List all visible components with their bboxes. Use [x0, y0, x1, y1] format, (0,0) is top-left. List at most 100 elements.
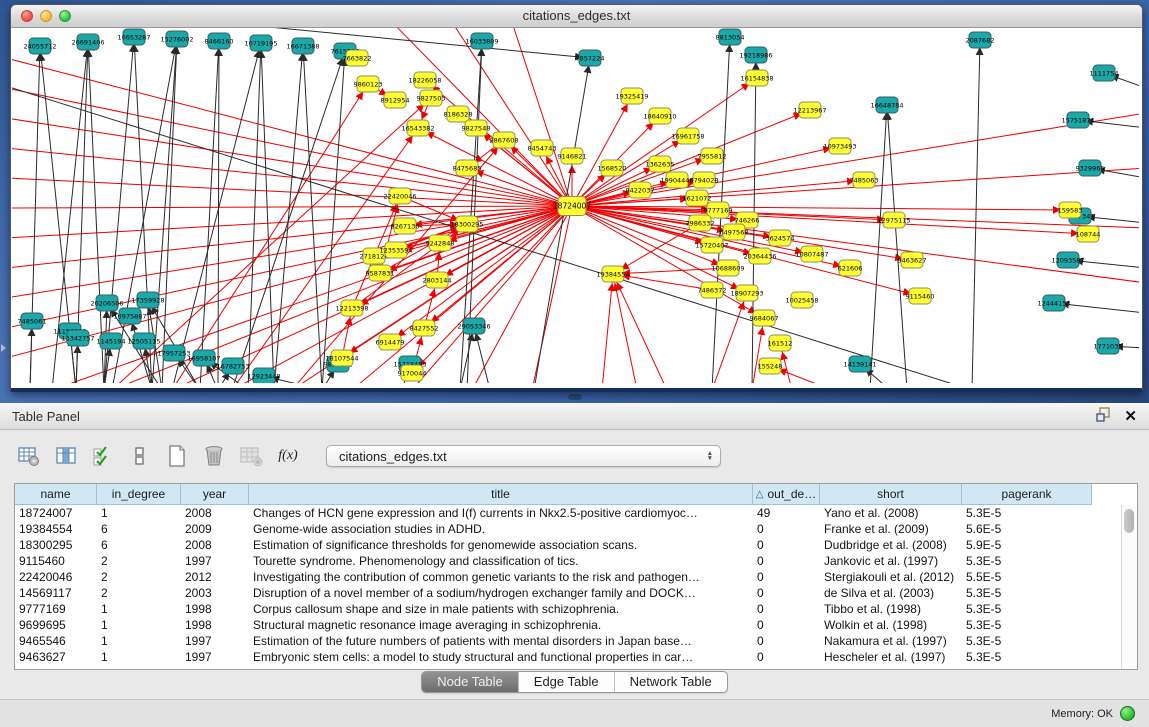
table-row[interactable]: 911546021997Tourette syndrome. Phenomeno…: [15, 553, 1137, 569]
table-cell: 1998: [181, 601, 249, 617]
table-cell: Franke et al. (2009): [820, 521, 962, 537]
column-header-title[interactable]: title: [249, 484, 753, 505]
tab-node-table[interactable]: Node Table: [422, 672, 518, 692]
graph-edge-black[interactable]: [303, 46, 322, 383]
graph-edge-black[interactable]: [972, 40, 980, 383]
graph-node-label: 14139141: [843, 360, 876, 368]
table-scrollbar[interactable]: [1121, 505, 1137, 669]
table-selector-dropdown[interactable]: citations_edges.txt ▲▼: [326, 445, 721, 467]
graph-node-label: 9587831: [366, 269, 395, 277]
column-header-in_degree[interactable]: in_degree: [97, 484, 181, 505]
graph-edge-black[interactable]: [88, 42, 104, 383]
zoom-window-icon[interactable]: [59, 10, 71, 22]
graph-node-label: 19384554: [596, 270, 629, 278]
select-all-icon[interactable]: [90, 443, 116, 469]
graph-node-label: 621606: [838, 264, 863, 272]
graph-edge-red[interactable]: [512, 28, 572, 206]
graph-edge-red[interactable]: [412, 206, 572, 383]
delete-icon[interactable]: [201, 443, 227, 469]
table-scrollbar-thumb[interactable]: [1124, 509, 1134, 533]
column-header-name[interactable]: name: [15, 484, 97, 505]
table-row[interactable]: 969969511998Structural magnetic resonanc…: [15, 617, 1137, 633]
table-cell: 18724007: [15, 505, 97, 521]
graph-edge-red[interactable]: [572, 206, 1088, 234]
table-cell: Genome-wide association studies in ADHD.: [249, 521, 753, 537]
hidden-panel-arrow-icon[interactable]: [1, 344, 6, 352]
graph-edge-red[interactable]: [613, 274, 637, 383]
table-cell: Tibbo et al. (1998): [820, 601, 962, 617]
column-header-year[interactable]: year: [181, 484, 249, 505]
graph-edge-black[interactable]: [887, 105, 907, 383]
tab-edge-table[interactable]: Edge Table: [518, 672, 614, 692]
graph-edge-black[interactable]: [322, 51, 345, 383]
close-window-icon[interactable]: [21, 10, 33, 22]
table-row[interactable]: 977716911998Corpus callosum shape and si…: [15, 601, 1137, 617]
panel-splitter-handle[interactable]: [568, 394, 582, 400]
window-titlebar[interactable]: citations_edges.txt: [11, 5, 1142, 28]
table-cell: Changes of HCN gene expression and I(f) …: [249, 505, 753, 521]
graph-edge-red[interactable]: [172, 206, 572, 383]
table-row[interactable]: 1872400712008Changes of HCN gene express…: [15, 505, 1137, 521]
graph-edge-black[interactable]: [104, 37, 134, 383]
graph-edge-red[interactable]: [613, 223, 700, 274]
table-row[interactable]: 1830029562008Estimation of significance …: [15, 537, 1137, 553]
column-visibility-icon[interactable]: [53, 443, 79, 469]
memory-status-label: Memory: OK: [1051, 708, 1113, 720]
graph-edge-black[interactable]: [274, 46, 303, 383]
graph-node-label: 10973493: [823, 142, 856, 150]
tab-network-table[interactable]: Network Table: [614, 672, 727, 692]
memory-status-icon[interactable]: [1120, 706, 1135, 721]
table-row[interactable]: 1938455462009Genome-wide association stu…: [15, 521, 1137, 537]
table-cell: Tourette syndrome. Phenomenology and cla…: [249, 553, 753, 569]
graph-node-label: 7857224: [576, 54, 605, 62]
table-cell: 2009: [181, 521, 249, 537]
graph-node-label: 12213398: [335, 304, 368, 312]
table-row[interactable]: 946362711997Embryonic stem cells: a mode…: [15, 649, 1137, 665]
graph-edge-black[interactable]: [248, 43, 261, 383]
graph-edge-black[interactable]: [534, 58, 590, 383]
graph-edge-black[interactable]: [30, 321, 32, 383]
graph-node-label: 8267130: [391, 222, 420, 230]
graph-node-label: 12353594: [379, 246, 412, 254]
graph-edge-black[interactable]: [261, 43, 274, 383]
graph-edge-red[interactable]: [602, 274, 613, 383]
network-canvas[interactable]: 1872400724055712206914061065328715276002…: [12, 28, 1139, 383]
minimize-window-icon[interactable]: [40, 10, 52, 22]
graph-node-label: 18300295: [450, 220, 483, 228]
attribute-table: namein_degreeyeartitle△out_de…shortpager…: [14, 483, 1138, 670]
table-cell: 1: [97, 601, 181, 617]
table-cell: 6: [97, 537, 181, 553]
graph-node-label: 9827548: [462, 124, 491, 132]
column-header-pagerank[interactable]: pagerank: [962, 484, 1092, 505]
table-row[interactable]: 1456911722003Disruption of a novel membe…: [15, 585, 1137, 601]
table-cell: 5.3E-5: [962, 617, 1092, 633]
graph-edge-red[interactable]: [572, 78, 757, 206]
graph-edge-black[interactable]: [870, 105, 887, 383]
table-row[interactable]: 2242004622012Investigating the contribut…: [15, 569, 1137, 585]
function-builder-icon[interactable]: f(x): [275, 443, 301, 469]
graph-node-label: 8427552: [410, 324, 439, 332]
table-settings-icon[interactable]: [16, 443, 42, 469]
graph-edge-black[interactable]: [474, 326, 490, 383]
table-cell: Yano et al. (2008): [820, 505, 962, 521]
graph-edge-red[interactable]: [532, 206, 572, 383]
column-header-short[interactable]: short: [820, 484, 962, 505]
table-row[interactable]: 946554611997Estimation of the future num…: [15, 633, 1137, 649]
graph-edge-black[interactable]: [134, 37, 152, 383]
new-file-icon[interactable]: [164, 443, 190, 469]
graph-edge-black[interactable]: [112, 39, 177, 383]
graph-edge-red[interactable]: [412, 206, 572, 373]
graph-node-label: 15751874: [1061, 116, 1094, 124]
graph-edge-red[interactable]: [712, 293, 747, 383]
graph-node-label: 18226058: [408, 76, 441, 84]
close-panel-icon[interactable]: ✕: [1124, 409, 1137, 424]
table-cell: 1: [97, 505, 181, 521]
float-panel-icon[interactable]: [1096, 406, 1112, 427]
table-cell: 2008: [181, 505, 249, 521]
table-cell: Structural magnetic resonance image aver…: [249, 617, 753, 633]
clear-selection-icon[interactable]: [127, 443, 153, 469]
graph-edge-red[interactable]: [12, 88, 572, 206]
graph-edge-red[interactable]: [613, 274, 667, 383]
column-header-out_de[interactable]: △out_de…: [753, 484, 820, 505]
graph-node-label: 16958107: [187, 354, 220, 362]
